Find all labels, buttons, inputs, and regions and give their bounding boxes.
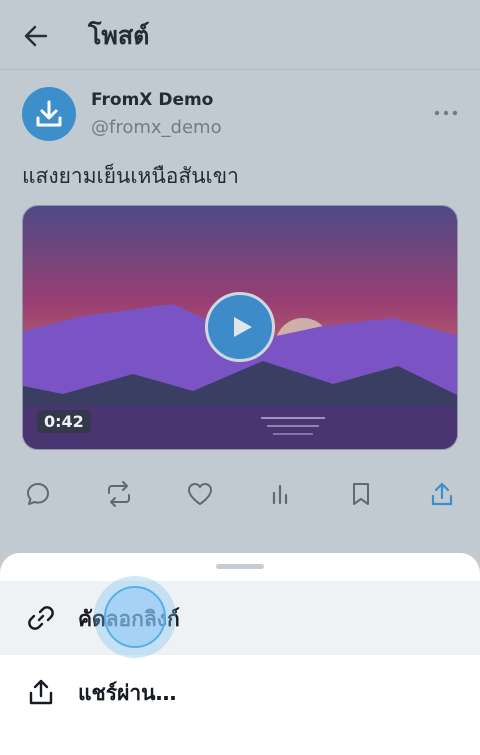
- share-icon: [29, 679, 53, 705]
- more-horizontal-icon[interactable]: [432, 104, 460, 122]
- play-icon: [234, 317, 252, 337]
- play-button[interactable]: [205, 292, 275, 362]
- video-duration: 0:42: [37, 410, 91, 433]
- heart-icon: [188, 483, 212, 505]
- touch-indicator-core: [104, 586, 166, 648]
- views-button[interactable]: [262, 476, 298, 512]
- author-handle[interactable]: @fromx_demo: [91, 117, 222, 138]
- repost-icon: [108, 481, 130, 507]
- arrow-left-icon[interactable]: [22, 22, 50, 50]
- post-actions: [0, 476, 480, 514]
- repost-button[interactable]: [101, 476, 137, 512]
- like-button[interactable]: [182, 476, 218, 512]
- share-sheet: คัดลอกลิงก์ แชร์ผ่าน…: [0, 553, 480, 755]
- views-icon: [272, 484, 288, 505]
- sheet-drag-handle[interactable]: [216, 564, 264, 569]
- video-player[interactable]: 0:42: [22, 205, 458, 450]
- top-bar: โพสต์: [0, 0, 480, 70]
- link-icon: [28, 606, 54, 630]
- bookmark-button[interactable]: [343, 476, 379, 512]
- download-icon: [36, 100, 62, 127]
- page-title: โพสต์: [88, 21, 150, 50]
- share-icon: [431, 482, 453, 506]
- post-text: แสงยามเย็นเหนือสันเขา: [22, 164, 239, 188]
- author-name[interactable]: FromX Demo: [91, 90, 213, 110]
- avatar[interactable]: [22, 87, 76, 141]
- reply-icon: [27, 483, 49, 505]
- bookmark-icon: [353, 483, 369, 505]
- touch-indicator: [94, 576, 176, 658]
- share-button[interactable]: [424, 476, 460, 512]
- share-via-menu-item[interactable]: แชร์ผ่าน…: [0, 655, 480, 729]
- reply-button[interactable]: [20, 476, 56, 512]
- copy-link-menu-item[interactable]: คัดลอกลิงก์: [0, 581, 480, 655]
- share-via-label: แชร์ผ่าน…: [78, 681, 177, 705]
